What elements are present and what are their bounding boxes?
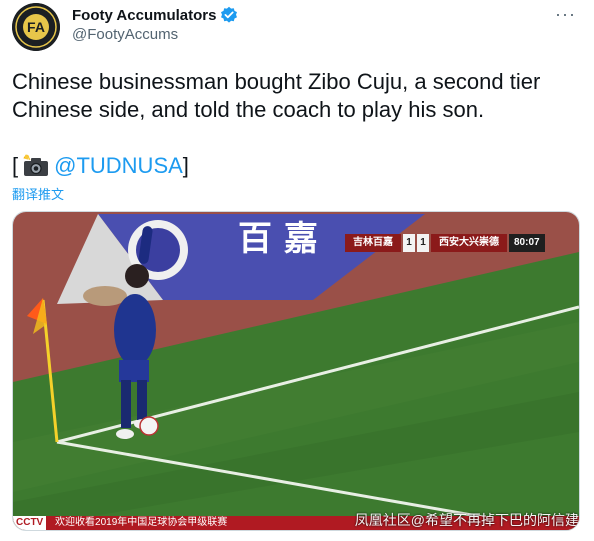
author-handle[interactable]: @FootyAccums bbox=[72, 26, 178, 43]
match-scene: 百 嘉 bbox=[13, 212, 579, 530]
image-watermark: 凤凰社区@希望不再掉下巴的阿信建 bbox=[354, 512, 579, 528]
translate-tweet-link[interactable]: 翻译推文 bbox=[12, 184, 64, 203]
ticker-text: 欢迎收看2019年中国足球协会甲级联赛 bbox=[55, 517, 228, 528]
avatar-letters: FA bbox=[27, 19, 45, 35]
scoreboard-away-score: 1 bbox=[417, 234, 429, 252]
tweet-credit-line: [ @TUDNUSA ] bbox=[12, 152, 189, 180]
more-options-icon[interactable]: ··· bbox=[555, 4, 576, 25]
scoreboard: 吉林百嘉 1 1 西安大兴崇德 80:07 bbox=[345, 234, 545, 252]
credit-open-bracket: [ bbox=[12, 153, 19, 178]
camera-flash-icon bbox=[22, 154, 50, 178]
tweet-media-image[interactable]: 百 嘉 吉林百嘉 1 1 西安大兴崇德 80:07 CCTV 欢迎收看2019年… bbox=[12, 211, 580, 531]
mention-link[interactable]: @TUDNUSA bbox=[54, 152, 183, 180]
author-name-line: Footy Accumulators bbox=[72, 6, 238, 24]
tweet-text: Chinese businessman bought Zibo Cuju, a … bbox=[12, 69, 541, 122]
scoreboard-clock: 80:07 bbox=[509, 234, 545, 252]
scoreboard-away-team: 西安大兴崇德 bbox=[431, 234, 507, 252]
scoreboard-home-score: 1 bbox=[403, 234, 415, 252]
scoreboard-home-team: 吉林百嘉 bbox=[345, 234, 401, 252]
author-display-name[interactable]: Footy Accumulators bbox=[72, 7, 216, 24]
credit-close-bracket: ] bbox=[182, 153, 189, 178]
banner-text: 百 嘉 bbox=[238, 219, 318, 259]
verified-badge-icon bbox=[220, 6, 238, 24]
ticker-station-logo: CCTV bbox=[13, 516, 47, 530]
author-avatar[interactable]: FA bbox=[12, 3, 60, 51]
